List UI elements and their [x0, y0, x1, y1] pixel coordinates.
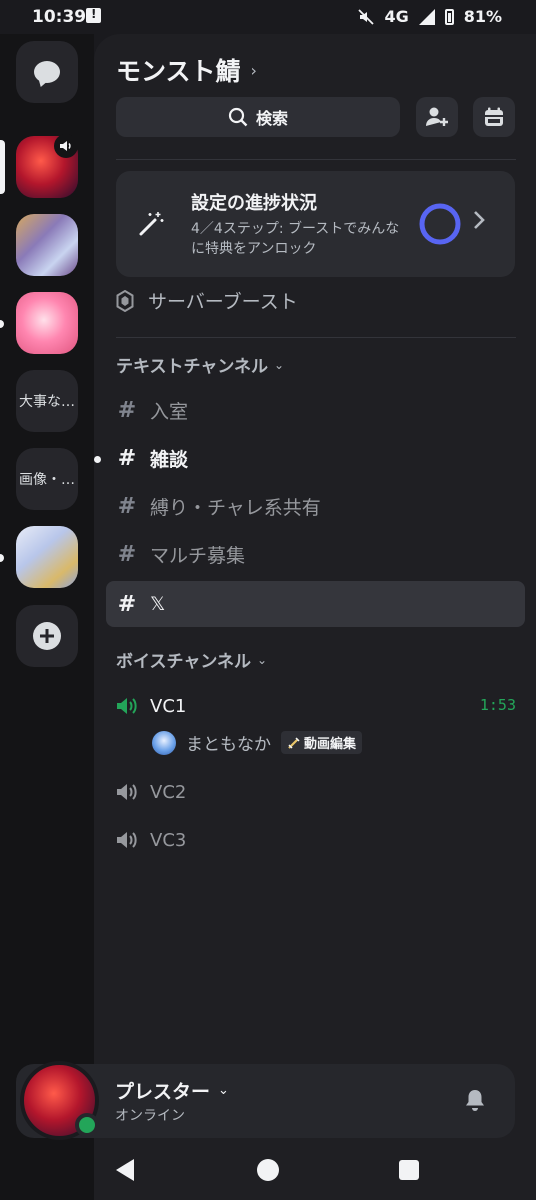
system-nav-bar: [0, 1140, 536, 1200]
avatar: [152, 730, 176, 755]
progress-subtitle: 4／4ステップ: ブーストでみんなに特典をアンロック: [191, 221, 400, 258]
hash-icon: #: [117, 445, 137, 471]
unread-indicator: [0, 554, 4, 562]
channel-name: 雑談: [150, 448, 189, 471]
channel-item[interactable]: # 縛り・チャレ系共有: [106, 483, 525, 529]
calendar-icon: [485, 107, 503, 126]
add-user-icon: [426, 107, 448, 126]
chevron-down-icon: ⌄: [273, 357, 285, 372]
server-boost-item[interactable]: サーバーブースト: [116, 287, 298, 314]
events-button[interactable]: [473, 97, 515, 137]
channel-item[interactable]: # マルチ募集: [106, 531, 525, 577]
chat-bubble-icon: [34, 61, 60, 83]
add-server-button[interactable]: [16, 605, 78, 667]
channel-item-selected[interactable]: # 𝕏: [106, 581, 525, 627]
status-bar: 10:39 4G 81%: [0, 0, 536, 34]
role-tag: 動画編集: [281, 731, 363, 754]
direct-messages-button[interactable]: [16, 41, 78, 103]
voice-channel-name: VC2: [150, 781, 187, 803]
voice-member[interactable]: まともなか 動画編集: [152, 730, 363, 755]
server-icon-2[interactable]: [16, 214, 78, 276]
progress-title: 設定の進捗状況: [191, 193, 317, 214]
category-text-channels[interactable]: テキストチャンネル ⌄: [116, 352, 284, 377]
home-icon[interactable]: [257, 1159, 279, 1181]
status-indicators: 4G 81%: [358, 7, 502, 26]
setup-progress-card[interactable]: 設定の進捗状況 4／4ステップ: ブーストでみんなに特典をアンロック: [116, 171, 515, 277]
selected-server-indicator: [0, 140, 5, 194]
channel-name: 入室: [150, 400, 189, 423]
voice-timer: 1:53: [479, 696, 516, 714]
notification-icon: [86, 7, 101, 23]
search-button[interactable]: 検索: [116, 97, 400, 137]
hash-icon: #: [117, 541, 137, 567]
chevron-down-icon: ⌄: [218, 1083, 229, 1098]
channel-panel: モンスト鯖 › 検索 設定の進捗状況 4／4ステップ: ブーストでみんなに特典を…: [94, 34, 536, 1200]
unread-indicator: [0, 320, 4, 328]
search-label: 検索: [255, 109, 288, 128]
category-label: テキストチャンネル: [116, 357, 268, 377]
channel-item[interactable]: # 入室: [106, 387, 525, 433]
battery-icon: [444, 8, 454, 25]
signal-icon: [418, 8, 435, 25]
progress-ring: [419, 203, 461, 245]
channel-name: 𝕏: [150, 593, 166, 615]
back-icon[interactable]: [116, 1159, 134, 1181]
voice-channel-item[interactable]: VC2: [116, 772, 516, 812]
user-panel[interactable]: プレスター ⌄ オンライン: [16, 1061, 515, 1140]
channel-unread-indicator: [94, 456, 101, 463]
network-type: 4G: [384, 7, 409, 26]
speaker-icon: [117, 698, 137, 714]
server-icon-3[interactable]: [16, 292, 78, 354]
search-icon: [228, 107, 248, 127]
battery-level: 81%: [463, 7, 502, 26]
hash-icon: #: [117, 493, 137, 519]
member-name: まともなか: [186, 735, 271, 755]
voice-active-badge: [54, 134, 78, 158]
server-icon-text-2[interactable]: 画像・…: [16, 448, 78, 510]
channel-item[interactable]: # 雑談: [106, 435, 525, 481]
recent-apps-icon[interactable]: [399, 1160, 419, 1180]
boost-label: サーバーブースト: [148, 291, 298, 313]
chevron-right-icon: [474, 211, 485, 229]
server-name: モンスト鯖: [116, 57, 241, 86]
server-icon-text-1[interactable]: 大事な…: [16, 370, 78, 432]
user-name-button[interactable]: プレスター ⌄: [115, 1077, 229, 1104]
channel-name: 縛り・チャレ系共有: [150, 496, 321, 519]
magic-wand-icon: [139, 212, 164, 236]
online-status-icon: [75, 1113, 99, 1137]
role-label: 動画編集: [304, 737, 357, 752]
hash-icon: #: [117, 397, 137, 423]
plus-icon: [33, 622, 61, 650]
server-header[interactable]: モンスト鯖 ›: [116, 52, 257, 88]
divider: [116, 337, 516, 338]
voice-channel-name: VC1: [150, 695, 187, 717]
channel-name: マルチ募集: [150, 544, 246, 567]
user-status: オンライン: [115, 1108, 185, 1124]
sword-icon: [288, 736, 300, 749]
category-label: ボイスチャンネル: [116, 652, 251, 672]
voice-channel-item[interactable]: VC3: [116, 820, 516, 860]
speaker-icon: [117, 832, 137, 848]
bell-icon[interactable]: [464, 1088, 486, 1112]
chevron-down-icon: ⌄: [256, 652, 268, 667]
boost-gem-icon: [116, 289, 134, 312]
status-time: 10:39: [32, 7, 87, 27]
category-voice-channels[interactable]: ボイスチャンネル ⌄: [116, 647, 267, 672]
hash-icon: #: [117, 591, 137, 617]
mute-icon: [358, 8, 375, 25]
speaker-icon: [60, 141, 71, 151]
divider: [116, 159, 516, 160]
invite-members-button[interactable]: [416, 97, 458, 137]
voice-channel-item[interactable]: VC1 1:53: [116, 686, 516, 726]
server-icon-6[interactable]: [16, 526, 78, 588]
voice-channel-name: VC3: [150, 829, 187, 851]
server-rail: 大事な… 画像・…: [0, 34, 94, 1200]
speaker-icon: [117, 784, 137, 800]
user-name: プレスター: [115, 1081, 211, 1103]
chevron-right-icon: ›: [250, 60, 257, 80]
